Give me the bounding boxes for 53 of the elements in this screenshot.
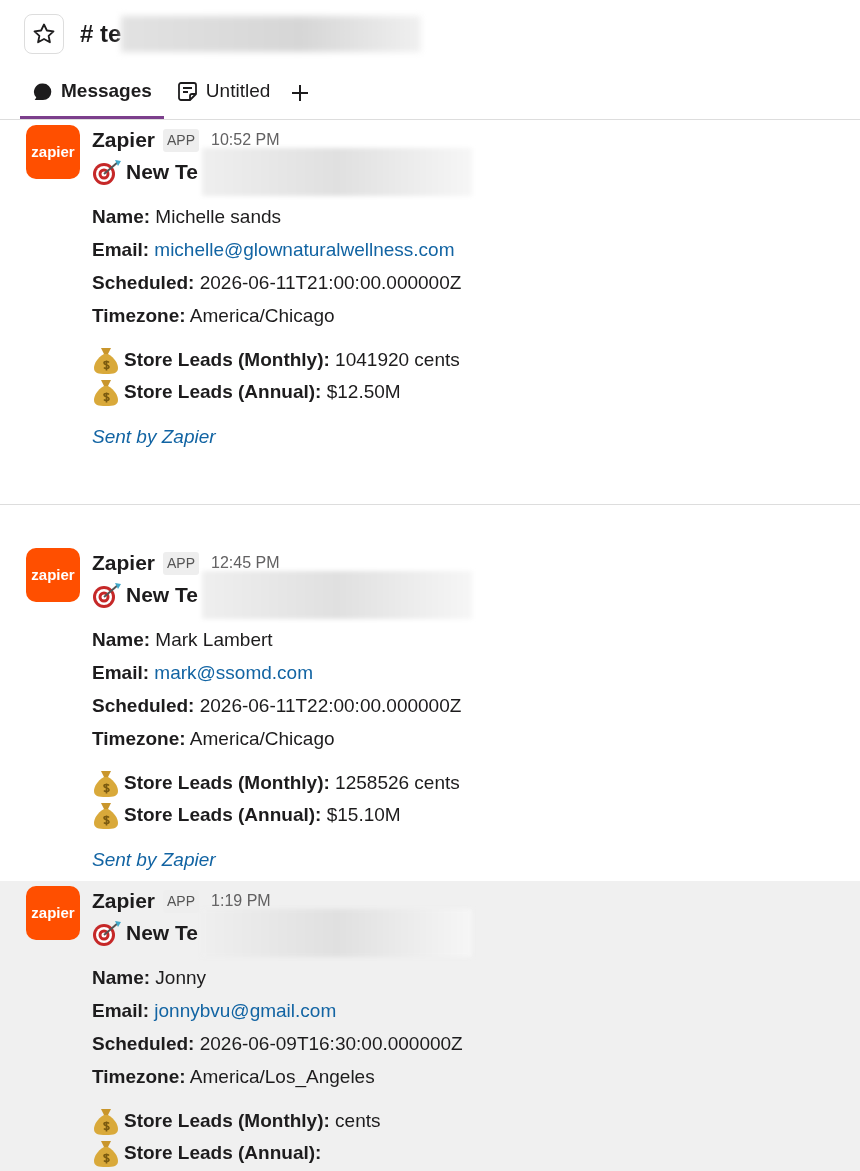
field-line: Timezone: America/Chicago [92, 727, 336, 751]
email-link[interactable]: michelle@glownaturalwellness.com [154, 239, 455, 260]
lead-line: Store Leads (Annual): $15.10M [124, 803, 401, 827]
field-label: Email: [92, 662, 150, 683]
sender-name[interactable]: Zapier [92, 547, 156, 579]
target-dart-icon [92, 580, 122, 609]
sent-by-link[interactable]: Sent by Zapier [92, 420, 216, 453]
field-label: Email: [92, 239, 150, 260]
timestamp[interactable]: 1:19 PM [211, 889, 271, 913]
timestamp[interactable]: 12:45 PM [211, 551, 280, 575]
money-bag-icon [92, 768, 120, 798]
sent-by-link[interactable]: Sent by Zapier [92, 843, 216, 876]
field-line: Name: Mark Lambert [92, 628, 274, 652]
field-line: Scheduled: 2026-06-11T21:00:00.000000Z [92, 271, 463, 295]
message-title: New Te [126, 581, 198, 608]
app-avatar: zapier [26, 125, 80, 179]
field-line: Name: Jonny [92, 966, 208, 990]
money-bag-icon [92, 800, 120, 830]
app-badge: APP [163, 551, 200, 575]
note-icon [176, 81, 198, 102]
money-bag-icon [92, 345, 120, 375]
field-line: Timezone: America/Los_Angeles [92, 1065, 376, 1090]
money-bag-icon [92, 1106, 120, 1136]
message-title: New Te [126, 919, 198, 946]
money-bag-icon [92, 1138, 120, 1168]
sender-name[interactable]: Zapier [92, 885, 156, 917]
plus-icon [290, 83, 311, 103]
field-line: Scheduled: 2026-06-11T22:00:00.000000Z [92, 694, 463, 718]
target-dart-icon [92, 918, 122, 947]
app-avatar: zapier [26, 886, 80, 940]
timestamp[interactable]: 10:52 PM [211, 128, 280, 152]
app-badge: APP [163, 128, 200, 152]
channel-name: # te [80, 19, 122, 49]
sender-name[interactable]: Zapier [92, 124, 156, 156]
star-button[interactable] [24, 14, 64, 54]
field-label: Email: [92, 1000, 150, 1021]
field-line: Name: Michelle sands [92, 205, 283, 229]
lead-line: Store Leads (Monthly): 1258526 cents [124, 771, 460, 795]
money-bag-icon [92, 377, 120, 407]
email-link[interactable]: mark@ssomd.com [154, 662, 313, 683]
field-line: Timezone: America/Chicago [92, 304, 336, 328]
lead-line: Store Leads (Annual): [124, 1141, 322, 1165]
target-dart-icon [92, 157, 122, 186]
email-link[interactable]: jonnybvu@gmail.com [154, 1000, 337, 1021]
lead-line: Store Leads (Annual): $12.50M [124, 380, 401, 404]
lead-line: Store Leads (Monthly): 1041920 cents [124, 348, 460, 372]
tab[interactable]: Untitled [163, 67, 283, 119]
app-avatar: zapier [26, 548, 80, 602]
lead-line: Store Leads (Monthly): cents [124, 1109, 381, 1133]
field-line: Scheduled: 2026-06-09T16:30:00.000000Z [92, 1032, 464, 1056]
speech-bubble-icon [33, 81, 53, 102]
message-title: New Te [126, 158, 198, 185]
star-icon [32, 22, 56, 46]
